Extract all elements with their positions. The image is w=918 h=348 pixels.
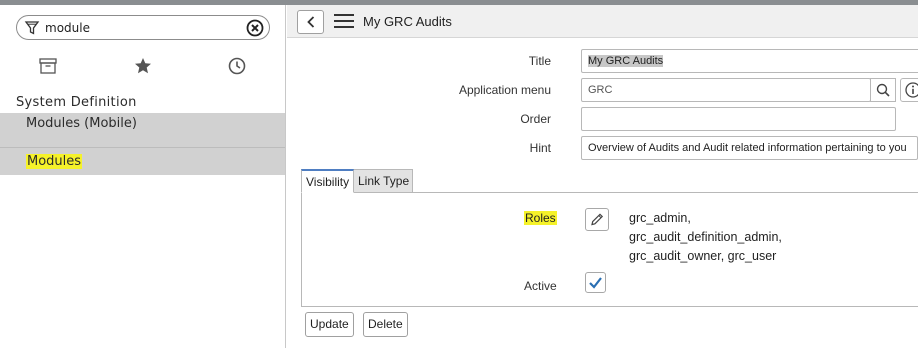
history-tab[interactable]: [226, 55, 248, 77]
visibility-panel: Roles grc_admin, grc_audit_definition_ad…: [301, 192, 918, 307]
filter-input[interactable]: [45, 19, 245, 37]
role-item: grc_admin,: [629, 211, 691, 225]
hint-field[interactable]: Overview of Audits and Audit related inf…: [581, 136, 918, 160]
pencil-icon: [591, 213, 604, 226]
role-item: grc_audit_owner, grc_user: [629, 249, 777, 263]
active-label: Active: [524, 279, 557, 293]
module-label: Modules (Mobile): [26, 116, 137, 131]
hint-value: Overview of Audits and Audit related inf…: [588, 142, 907, 154]
application-navigator: System Definition Modules (Mobile) Modul…: [0, 5, 286, 348]
checkmark-icon: [589, 277, 602, 289]
lookup-button[interactable]: [870, 78, 896, 102]
back-button[interactable]: [297, 10, 324, 34]
archive-icon: [39, 58, 57, 74]
info-icon: [905, 82, 918, 98]
title-field[interactable]: My GRC Audits: [581, 49, 918, 73]
title-value: My GRC Audits: [588, 55, 664, 67]
search-icon: [876, 83, 890, 97]
module-modules-mobile[interactable]: Modules (Mobile): [0, 113, 285, 147]
order-label: Order: [520, 112, 551, 126]
module-label: Modules: [26, 154, 83, 169]
update-button[interactable]: Update: [305, 312, 354, 337]
form-header: My GRC Audits: [287, 5, 918, 38]
navigator-tabs: [0, 55, 286, 81]
application-system-definition[interactable]: System Definition: [0, 93, 285, 113]
order-field[interactable]: [581, 107, 896, 131]
tab-link-type[interactable]: Link Type: [353, 169, 413, 193]
chevron-left-icon: [307, 16, 315, 28]
hamburger-menu-icon[interactable]: [334, 14, 354, 30]
info-button[interactable]: [900, 78, 918, 102]
edit-roles-button[interactable]: [585, 208, 609, 231]
application-menu-label: Application menu: [458, 83, 551, 97]
roles-list: grc_admin, grc_audit_definition_admin, g…: [629, 209, 782, 266]
navigator-filter: [16, 15, 270, 40]
hint-label: Hint: [529, 141, 551, 155]
clock-icon: [228, 57, 246, 75]
tab-visibility[interactable]: Visibility: [301, 169, 354, 193]
title-row: Title My GRC Audits: [287, 49, 918, 73]
hint-row: Hint Overview of Audits and Audit relate…: [287, 136, 918, 160]
favorites-tab[interactable]: [132, 55, 154, 77]
form-panel: My GRC Audits Title My GRC Audits Applic…: [287, 5, 918, 348]
filter-icon: [24, 21, 40, 35]
order-row: Order: [287, 107, 918, 131]
all-apps-tab[interactable]: [37, 55, 59, 77]
application-menu-value: GRC: [588, 84, 613, 96]
application-menu-row: Application menu GRC: [287, 78, 918, 102]
module-modules[interactable]: Modules: [0, 147, 285, 175]
clear-filter-icon[interactable]: [246, 19, 264, 37]
roles-label: Roles: [524, 211, 557, 225]
role-item: grc_audit_definition_admin,: [629, 230, 782, 244]
application-menu-field[interactable]: GRC: [581, 78, 871, 102]
title-label: Title: [528, 54, 551, 68]
star-icon: [135, 58, 151, 74]
form-title: My GRC Audits: [363, 14, 452, 29]
delete-button[interactable]: Delete: [363, 312, 408, 337]
navigator-tree: System Definition Modules (Mobile) Modul…: [0, 93, 285, 175]
active-checkbox[interactable]: [585, 272, 606, 293]
